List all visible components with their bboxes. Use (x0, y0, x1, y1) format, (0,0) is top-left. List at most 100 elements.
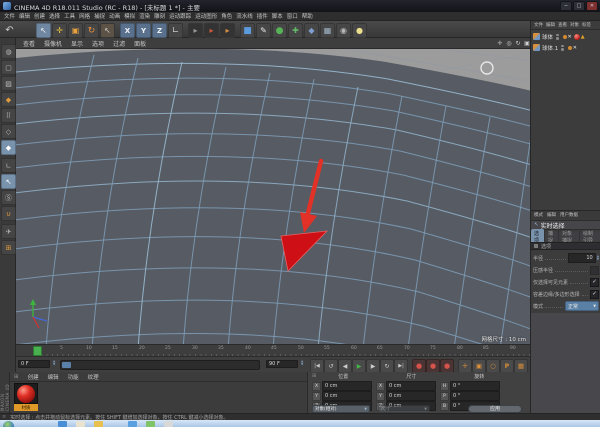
quantize-icon[interactable]: ✈ (1, 224, 16, 239)
viewport-rotate-icon[interactable]: ↻ (514, 39, 522, 47)
timeline-ruler[interactable]: 5 10 15 20 25 30 35 40 45 50 55 60 65 70… (16, 344, 530, 356)
z-axis-lock-button[interactable]: Z (152, 23, 167, 38)
modeling-settings-icon[interactable]: ⊞ (1, 240, 16, 255)
section-collapse-icon[interactable] (534, 244, 538, 248)
current-frame-field[interactable]: 0 F (18, 360, 50, 368)
am-tab-mode[interactable]: 模式 (534, 212, 543, 218)
menu-create[interactable]: 创建 (34, 12, 45, 20)
viewport-zoom-icon[interactable]: ◎ (505, 39, 513, 47)
apply-button[interactable]: 应用 (468, 404, 522, 413)
spinner-down-icon[interactable]: ▼ (597, 258, 599, 261)
menu-render[interactable]: 渲染 (139, 12, 150, 20)
material-tag-icon[interactable] (573, 33, 580, 40)
scale-tool-icon[interactable]: ▣ (68, 23, 83, 38)
materials-menu-edit[interactable]: 编辑 (48, 373, 59, 381)
menu-tools[interactable]: 工具 (64, 12, 75, 20)
next-frame-icon[interactable]: ▶ (366, 359, 380, 373)
materials-menu-create[interactable]: 创建 (28, 373, 39, 381)
key-pla-icon[interactable]: ▦ (514, 359, 528, 373)
taskbar-item[interactable] (146, 421, 155, 427)
x-axis-lock-button[interactable]: X (120, 23, 135, 38)
go-to-start-icon[interactable]: |◀ (310, 359, 324, 373)
render-picture-viewer-icon[interactable]: ▸ (204, 23, 219, 38)
key-rotation-icon[interactable]: ○ (486, 359, 500, 373)
om-menu-view[interactable]: 查看 (558, 22, 567, 28)
tolerant-checkbox[interactable]: ✓ (590, 289, 599, 299)
make-editable-icon[interactable]: ◍ (1, 44, 16, 59)
menu-edit[interactable]: 编辑 (19, 12, 30, 20)
size-y-field[interactable]: 0 cm (386, 391, 436, 401)
viewport-menu-view[interactable]: 查看 (23, 39, 35, 48)
go-to-end-icon[interactable]: ▶| (394, 359, 408, 373)
viewport-menu-display[interactable]: 显示 (71, 39, 83, 48)
visibility-dot[interactable] (556, 33, 559, 36)
taskbar-item[interactable] (128, 421, 137, 427)
y-axis-lock-button[interactable]: Y (136, 23, 151, 38)
menu-snap[interactable]: 捕捉 (94, 12, 105, 20)
menu-character[interactable]: 角色 (221, 12, 232, 20)
edges-mode-icon[interactable]: ◇ (1, 124, 16, 139)
om-menu-tags[interactable]: 标签 (582, 22, 591, 28)
lock-workplane-icon[interactable]: ∪ (1, 206, 16, 221)
om-menu-objects[interactable]: 对象 (570, 22, 579, 28)
visibility-dot[interactable] (561, 44, 564, 47)
texture-mode-icon[interactable]: ▨ (1, 76, 16, 91)
materials-menu-icon[interactable]: ⊞ (14, 374, 19, 380)
title-bar[interactable]: CINEMA 4D R18.011 Studio (RC - R18) - [未… (0, 0, 600, 12)
om-menu-edit[interactable]: 编辑 (546, 22, 555, 28)
enable-snap-icon[interactable]: Ⓢ (1, 190, 16, 205)
menu-help[interactable]: 帮助 (302, 12, 313, 20)
live-selection-tool-icon[interactable]: ↖ (36, 23, 51, 38)
object-row-sphere-1[interactable]: 球体.1 ✕ (531, 42, 600, 53)
viewport-menu-panel[interactable]: 面板 (134, 39, 146, 48)
deformer-icon[interactable]: ◆ (304, 23, 319, 38)
size-mode-dropdown[interactable]: 尺寸 ▼ (378, 404, 430, 413)
taskbar-item[interactable] (76, 421, 85, 427)
am-tab-userdata[interactable]: 用户数据 (560, 212, 578, 218)
menu-simulate[interactable]: 模拟 (124, 12, 135, 20)
coordinate-system-icon[interactable]: ∟ (168, 23, 183, 38)
coordinate-mode-dropdown[interactable]: 对象(相对) ▼ (312, 404, 370, 413)
menu-window[interactable]: 窗口 (287, 12, 298, 20)
rot-h-field[interactable]: 0 ° (450, 381, 500, 391)
key-position-icon[interactable]: ✛ (458, 359, 472, 373)
enable-axis-icon[interactable]: ∟ (1, 158, 16, 173)
previous-frame-icon[interactable]: ◀ (338, 359, 352, 373)
spline-pen-icon[interactable]: ✎ (256, 23, 271, 38)
tag-dot-icon[interactable] (562, 34, 567, 39)
camera-icon[interactable]: ◉ (336, 23, 351, 38)
loop-icon[interactable]: ↻ (380, 359, 394, 373)
object-row-sphere[interactable]: 球体 ✕ ▲ (531, 31, 600, 42)
subdivision-surface-icon[interactable]: ● (272, 23, 287, 38)
polygons-mode-icon[interactable]: ◆ (1, 140, 16, 155)
viewport-menu-filter[interactable]: 过滤 (113, 39, 125, 48)
menu-mesh[interactable]: 网格 (79, 12, 90, 20)
points-mode-icon[interactable]: ⠿ (1, 108, 16, 123)
pressure-checkbox[interactable] (590, 265, 599, 275)
minimize-button[interactable]: ─ (560, 1, 572, 11)
menu-animate[interactable]: 动画 (109, 12, 120, 20)
autokey-icon[interactable]: ● (426, 359, 440, 373)
menu-mograph[interactable]: 运动图形 (195, 12, 217, 20)
play-backwards-icon[interactable]: ↺ (324, 359, 338, 373)
spinner-down-icon[interactable]: ▼ (301, 363, 303, 366)
taskbar-item[interactable] (164, 421, 173, 427)
menu-sculpt[interactable]: 雕刻 (154, 12, 165, 20)
object-name[interactable]: 球体.1 (542, 44, 558, 52)
menu-pipeline[interactable]: 流水线 (236, 12, 253, 20)
rotate-tool-icon[interactable]: ↻ (84, 23, 99, 38)
coordinates-menu-icon[interactable]: ⊞ (312, 373, 316, 379)
material-swatch[interactable]: 材质 (14, 383, 38, 411)
viewport-menu-options[interactable]: 选项 (92, 39, 104, 48)
phong-tag-icon[interactable]: ✕ (568, 34, 572, 40)
material-name-label[interactable]: 材质 (14, 404, 38, 411)
timeline-range-slider[interactable] (60, 360, 260, 370)
range-slider-handle[interactable] (62, 362, 71, 368)
undo-icon[interactable]: ↶ (2, 23, 17, 38)
maximize-button[interactable]: □ (573, 1, 585, 11)
menu-script[interactable]: 脚本 (272, 12, 283, 20)
taskbar-item[interactable] (94, 421, 103, 427)
viewport-menu-cameras[interactable]: 摄像机 (44, 39, 62, 48)
keyframe-selection-icon[interactable]: ● (440, 359, 454, 373)
tag-dot-icon[interactable] (567, 45, 572, 50)
